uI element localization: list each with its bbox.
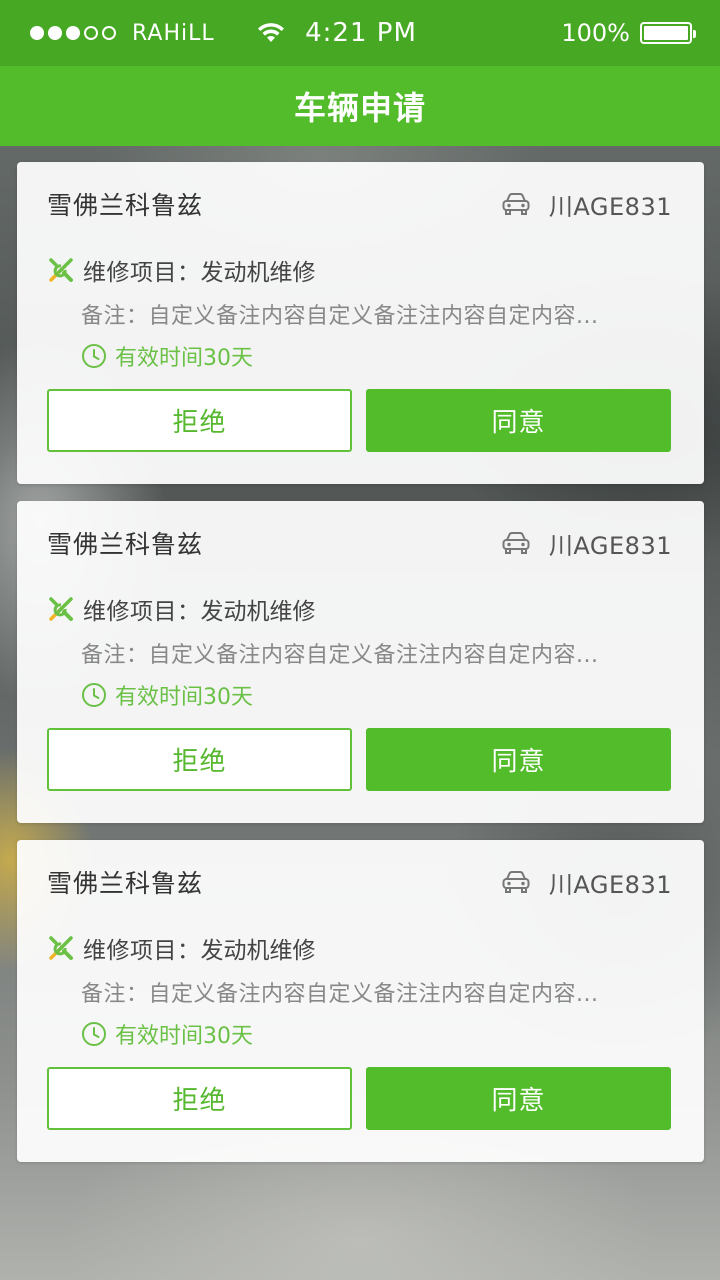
clock-icon <box>82 344 106 368</box>
remark-text: 备注：自定义备注内容自定义备注注内容自定内容... <box>81 304 599 329</box>
card-header: 雪佛兰科鲁兹 川AGE831 <box>47 523 672 563</box>
car-model-name: 雪佛兰科鲁兹 <box>47 191 204 220</box>
page-title: 车辆申请 <box>293 89 426 127</box>
wrench-screwdriver-icon <box>49 936 73 960</box>
car-icon <box>502 532 530 554</box>
repair-item-row: 维修项目： 发动机维修 <box>47 593 316 625</box>
status-bar: RAHiLL 4:21 PM 100% <box>0 0 720 66</box>
license-plate: 川AGE831 <box>548 192 672 221</box>
clock-icon <box>82 683 106 707</box>
card-header: 雪佛兰科鲁兹 川AGE831 <box>47 184 672 224</box>
repair-item-row: 维修项目： 发动机维修 <box>47 932 316 964</box>
reject-button[interactable]: 拒绝 <box>47 389 352 452</box>
repair-label: 维修项目： <box>83 599 201 625</box>
status-bar-left: RAHiLL <box>30 21 290 46</box>
battery-percent: 100% <box>561 19 630 47</box>
validity-row: 有效时间30天 <box>81 1018 253 1050</box>
application-card: 雪佛兰科鲁兹 川AGE831 维修项目： 发动机维修 备注：自定义备注内容自定义… <box>17 162 704 484</box>
validity-text: 有效时间30天 <box>115 346 253 371</box>
car-model-name: 雪佛兰科鲁兹 <box>47 869 204 898</box>
validity-text: 有效时间30天 <box>115 1024 253 1049</box>
repair-label: 维修项目： <box>83 938 201 964</box>
clock-icon <box>82 1022 106 1046</box>
repair-value: 发动机维修 <box>200 260 316 286</box>
battery-icon <box>639 22 696 44</box>
reject-button[interactable]: 拒绝 <box>47 1067 352 1130</box>
validity-text: 有效时间30天 <box>115 685 253 710</box>
repair-value: 发动机维修 <box>200 938 316 964</box>
accept-button[interactable]: 同意 <box>366 389 671 452</box>
reject-button[interactable]: 拒绝 <box>47 728 352 791</box>
car-model-name: 雪佛兰科鲁兹 <box>47 530 204 559</box>
remark-row: 备注：自定义备注内容自定义备注注内容自定内容... <box>81 976 661 1008</box>
application-card: 雪佛兰科鲁兹 川AGE831 维修项目： 发动机维修 备注：自定义备注内容自定义… <box>17 501 704 823</box>
repair-label: 维修项目： <box>83 260 201 286</box>
wrench-screwdriver-icon <box>49 258 73 282</box>
wrench-screwdriver-icon <box>49 597 73 621</box>
car-icon <box>502 871 530 893</box>
remark-text: 备注：自定义备注内容自定义备注注内容自定内容... <box>81 982 599 1007</box>
signal-strength-icon <box>30 26 116 40</box>
nav-bar: 车辆申请 <box>0 66 720 146</box>
repair-value: 发动机维修 <box>200 599 316 625</box>
status-time: 4:21 PM <box>305 18 417 48</box>
remark-text: 备注：自定义备注内容自定义备注注内容自定内容... <box>81 643 599 668</box>
wifi-icon <box>257 23 284 42</box>
repair-item-row: 维修项目： 发动机维修 <box>47 254 316 286</box>
application-card: 雪佛兰科鲁兹 川AGE831 维修项目： 发动机维修 备注：自定义备注内容自定义… <box>17 840 704 1162</box>
accept-button[interactable]: 同意 <box>366 1067 671 1130</box>
plate-group: 川AGE831 <box>501 526 672 561</box>
validity-row: 有效时间30天 <box>81 679 253 711</box>
status-bar-right: 100% <box>432 19 696 47</box>
plate-group: 川AGE831 <box>501 187 672 222</box>
license-plate: 川AGE831 <box>548 531 672 560</box>
car-icon <box>502 193 530 215</box>
card-header: 雪佛兰科鲁兹 川AGE831 <box>47 862 672 902</box>
validity-row: 有效时间30天 <box>81 340 253 372</box>
remark-row: 备注：自定义备注内容自定义备注注内容自定内容... <box>81 637 661 669</box>
remark-row: 备注：自定义备注内容自定义备注注内容自定内容... <box>81 298 661 330</box>
carrier-name: RAHiLL <box>132 20 215 46</box>
accept-button[interactable]: 同意 <box>366 728 671 791</box>
license-plate: 川AGE831 <box>548 870 672 899</box>
plate-group: 川AGE831 <box>501 865 672 900</box>
